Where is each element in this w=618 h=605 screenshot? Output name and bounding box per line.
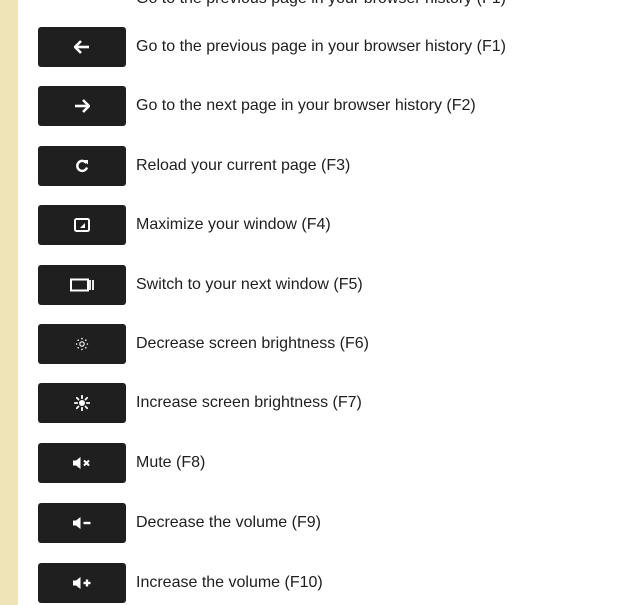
shortcut-row-brightness-up: Increase screen brightness (F7) <box>38 383 362 423</box>
maximize-window-icon <box>74 218 90 232</box>
shortcut-description: Switch to your next window (F5) <box>136 276 363 293</box>
back-arrow-icon <box>74 40 89 54</box>
shortcut-description: Decrease the volume (F9) <box>136 514 321 531</box>
shortcut-row-switch-window: Switch to your next window (F5) <box>38 265 363 305</box>
brightness-down-icon <box>75 337 89 351</box>
volume-up-icon <box>73 577 91 589</box>
shortcut-description: Increase screen brightness (F7) <box>136 394 362 411</box>
partial-text: Go to the previous page in your browser … <box>136 0 506 8</box>
volume-down-key[interactable] <box>38 503 126 543</box>
forward-key[interactable] <box>38 86 126 126</box>
reload-icon <box>76 159 89 173</box>
shortcut-description: Increase the volume (F10) <box>136 574 323 591</box>
switch-window-icon <box>70 278 94 292</box>
shortcut-description: Maximize your window (F4) <box>136 216 331 233</box>
shortcut-row-reload: Reload your current page (F3) <box>38 146 350 186</box>
maximize-key[interactable] <box>38 205 126 245</box>
reload-key[interactable] <box>38 146 126 186</box>
switch-window-key[interactable] <box>38 265 126 305</box>
shortcut-description: Decrease screen brightness (F6) <box>136 335 369 352</box>
page: Go to the previous page in your browser … <box>0 0 618 605</box>
shortcut-row-back: Go to the previous page in your browser … <box>38 27 506 67</box>
shortcut-row-forward: Go to the next page in your browser hist… <box>38 86 476 126</box>
mute-key[interactable] <box>38 443 126 483</box>
brightness-down-key[interactable] <box>38 324 126 364</box>
shortcut-panel: Go to the previous page in your browser … <box>18 0 618 605</box>
back-key[interactable] <box>38 27 126 67</box>
forward-arrow-icon <box>75 99 90 113</box>
shortcut-row-maximize: Maximize your window (F4) <box>38 205 331 245</box>
shortcut-description: Mute (F8) <box>136 454 206 471</box>
shortcut-description: Go to the previous page in your browser … <box>136 38 506 55</box>
brightness-up-icon <box>74 395 90 411</box>
shortcut-row-volume-up: Increase the volume (F10) <box>38 563 323 603</box>
shortcut-row-volume-down: Decrease the volume (F9) <box>38 503 321 543</box>
mute-icon <box>73 457 90 469</box>
shortcut-description: Go to the next page in your browser hist… <box>136 97 476 114</box>
volume-up-key[interactable] <box>38 563 126 603</box>
shortcut-description: Reload your current page (F3) <box>136 157 351 174</box>
shortcut-row-brightness-down: Decrease screen brightness (F6) <box>38 324 369 364</box>
shortcut-row-mute: Mute (F8) <box>38 443 205 483</box>
volume-down-icon <box>73 517 91 529</box>
brightness-up-key[interactable] <box>38 383 126 423</box>
